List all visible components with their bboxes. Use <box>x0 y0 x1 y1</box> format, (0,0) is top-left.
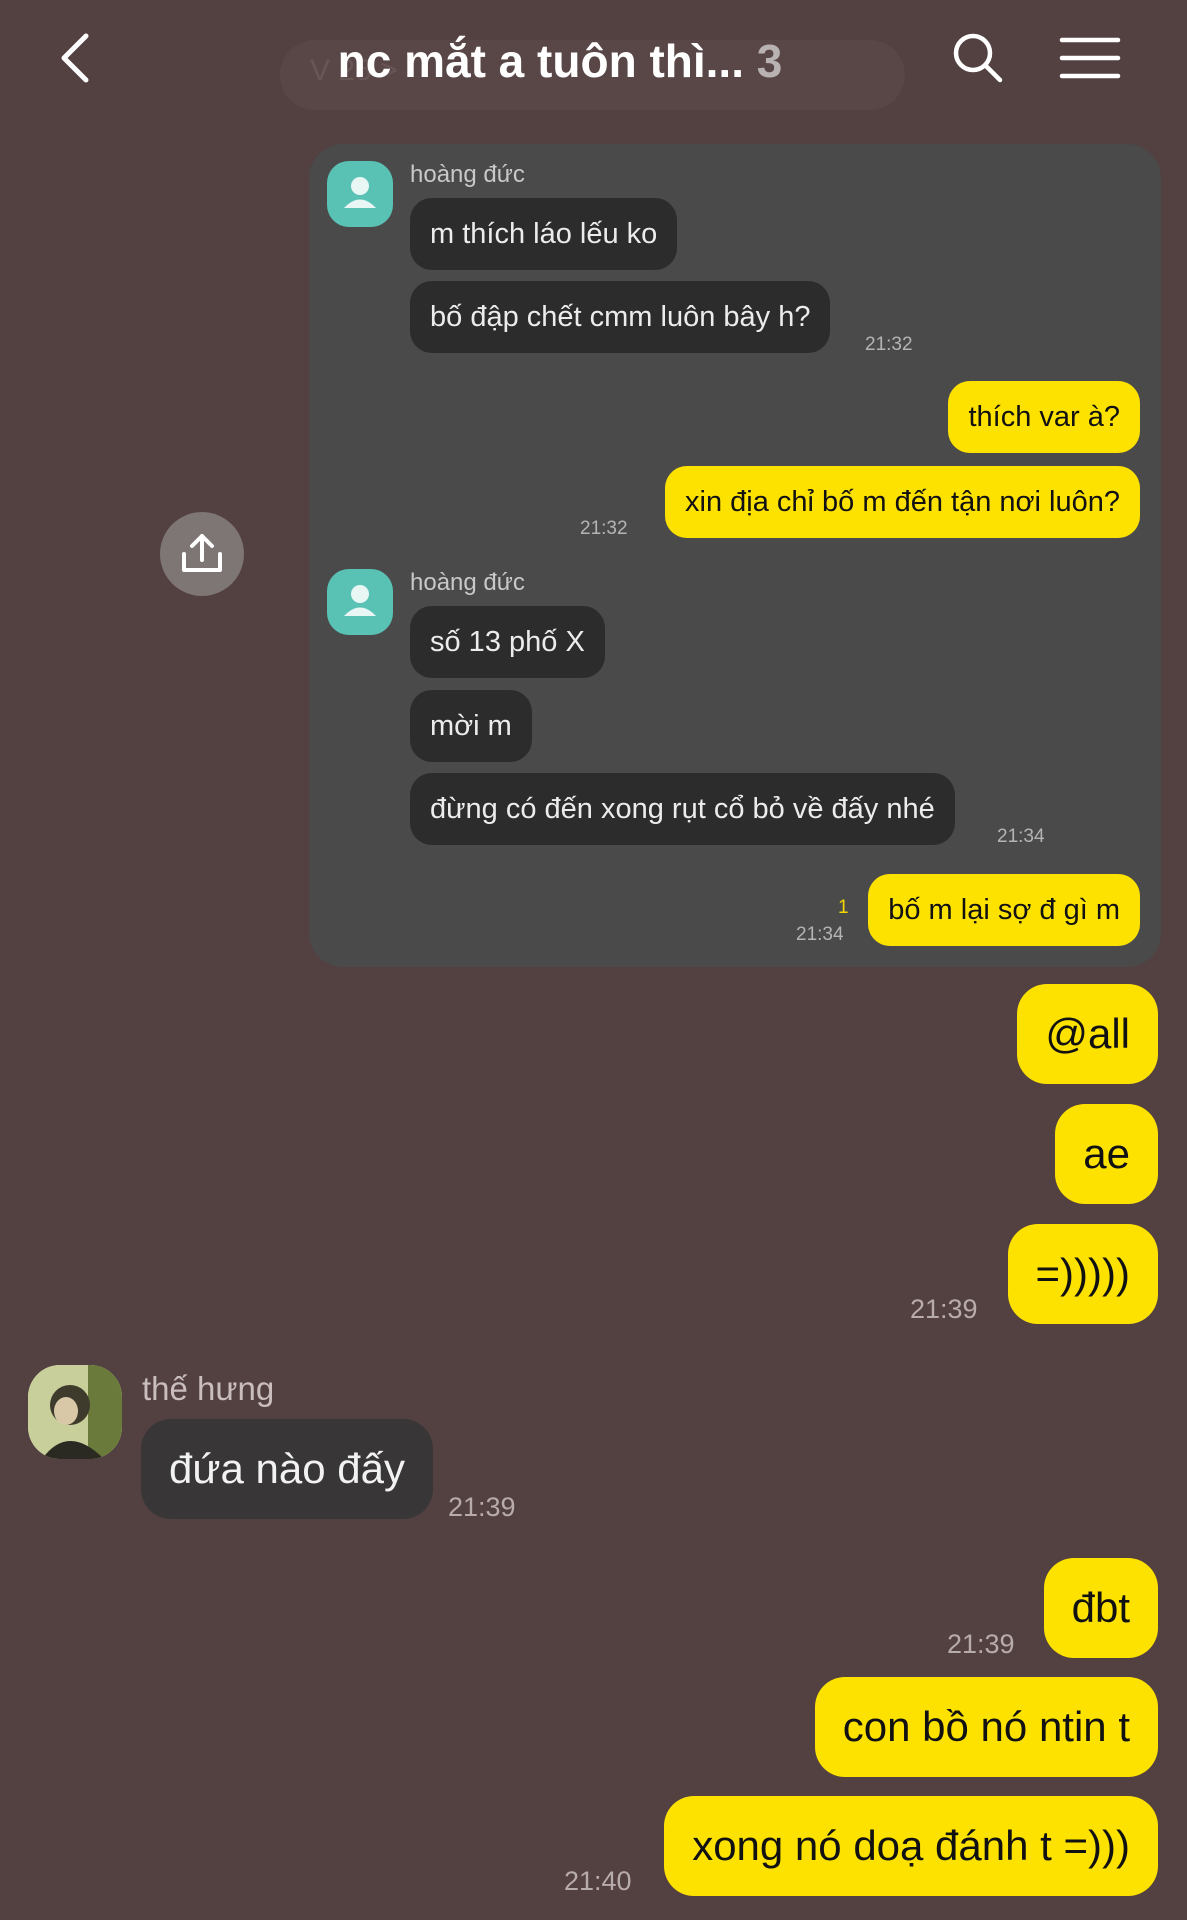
sender-name: thế hưng <box>142 1370 275 1407</box>
unread-count: 1 <box>838 897 849 918</box>
message-time: 21:40 <box>564 1866 632 1896</box>
profile-photo <box>28 1365 122 1459</box>
message-time: 21:32 <box>580 518 628 539</box>
message-time: 21:34 <box>997 826 1045 847</box>
my-message-bubble[interactable]: =))))) <box>1007 1224 1158 1324</box>
my-message-bubble[interactable]: bố m lại sợ đ gì m <box>868 874 1140 946</box>
user-avatar-icon <box>344 177 376 208</box>
message-time: 21:39 <box>947 1629 1015 1659</box>
member-count: 3 <box>756 35 783 87</box>
my-message-bubble[interactable]: xin địa chỉ bố m đến tận nơi luôn? <box>665 466 1140 538</box>
message-time: 21:34 <box>796 924 844 945</box>
message-bubble[interactable]: số 13 phố X <box>410 606 605 678</box>
share-button[interactable] <box>160 512 244 596</box>
user-avatar-icon <box>344 585 376 616</box>
chat-title-area[interactable]: nc mắt a tuôn thì... 3 <box>240 28 880 98</box>
chat-title-text: nc mắt a tuôn thì... <box>337 35 744 87</box>
message-bubble[interactable]: đứa nào đấy <box>141 1419 433 1519</box>
chevron-left-icon <box>61 33 89 83</box>
avatar[interactable] <box>28 1365 122 1459</box>
sender-name: hoàng đức <box>410 569 525 596</box>
share-icon <box>182 534 222 572</box>
hamburger-menu-icon <box>1059 37 1121 79</box>
message-time: 21:39 <box>448 1492 516 1522</box>
search-button[interactable] <box>948 28 1008 88</box>
my-message-bubble[interactable]: thích var à? <box>948 381 1140 453</box>
my-message-bubble[interactable]: đbt <box>1043 1558 1158 1658</box>
search-icon <box>953 33 1003 83</box>
message-time: 21:39 <box>910 1294 978 1324</box>
chat-title: nc mắt a tuôn thì... 3 <box>240 34 880 88</box>
my-message-bubble[interactable]: con bồ nó ntin t <box>814 1677 1158 1777</box>
sender-name: hoàng đức <box>410 161 525 188</box>
avatar <box>327 569 393 635</box>
message-bubble[interactable]: đừng có đến xong rụt cổ bỏ về đấy nhé <box>410 773 955 845</box>
message-bubble[interactable]: m thích láo lếu ko <box>410 198 678 270</box>
avatar <box>327 161 393 227</box>
message-bubble[interactable]: bố đập chết cmm luôn bây h? <box>410 281 831 353</box>
menu-button[interactable] <box>1058 28 1122 88</box>
my-message-bubble[interactable]: xong nó doạ đánh t =))) <box>664 1796 1158 1896</box>
message-bubble[interactable]: mời m <box>410 690 532 762</box>
my-message-bubble[interactable]: ae <box>1055 1104 1158 1204</box>
chat-header: V 25 > nc mắt a tuôn thì... 3 <box>0 0 1187 130</box>
message-time: 21:32 <box>865 334 913 355</box>
back-button[interactable] <box>50 28 110 88</box>
my-message-bubble[interactable]: @all <box>1017 984 1158 1084</box>
